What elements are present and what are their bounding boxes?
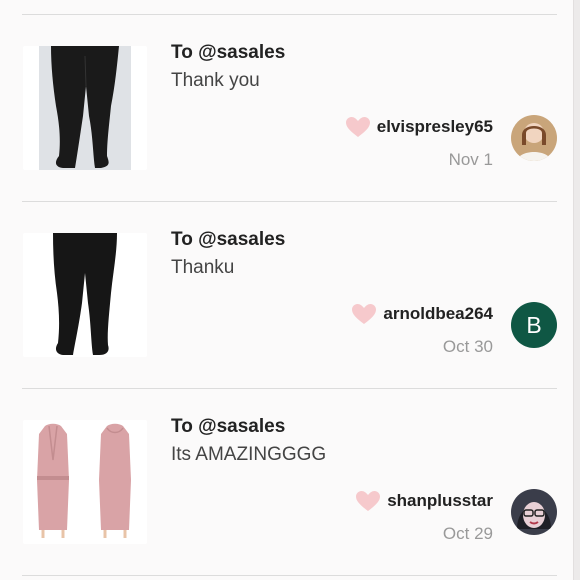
note-meta: elvispresley65 Nov 1 (273, 116, 493, 170)
note-meta: arnoldbea264 Oct 30 (273, 303, 493, 357)
note-date: Oct 30 (442, 337, 493, 356)
divider (22, 575, 557, 576)
avatar[interactable] (511, 115, 557, 161)
divider (22, 388, 557, 389)
note-message: Thanku (171, 257, 235, 278)
listing-thumbnail[interactable] (23, 46, 147, 170)
tights-product-image (39, 46, 131, 170)
recipient-line: To @sasales (171, 42, 286, 63)
note-date: Oct 29 (442, 524, 493, 543)
note-message: Thank you (171, 70, 260, 91)
love-notes-feed: To @sasales Thank you elvispresley65 Nov… (0, 0, 580, 580)
divider (22, 14, 557, 15)
heart-icon (345, 117, 370, 137)
avatar-photo (511, 489, 557, 535)
author-username[interactable]: arnoldbea264 (383, 304, 493, 324)
recipient-line: To @sasales (171, 229, 286, 250)
robe-product-image (23, 420, 147, 544)
author: arnoldbea264 (351, 303, 493, 325)
author-username[interactable]: shanplusstar (387, 491, 493, 511)
listing-thumbnail[interactable] (23, 420, 147, 544)
recipient-line: To @sasales (171, 416, 286, 437)
note-meta: shanplusstar Oct 29 (273, 490, 493, 544)
note-date: Nov 1 (448, 150, 493, 169)
divider (22, 201, 557, 202)
author: shanplusstar (355, 490, 493, 512)
author: elvispresley65 (345, 116, 493, 138)
heart-icon (352, 304, 377, 324)
avatar[interactable] (511, 489, 557, 535)
listing-thumbnail[interactable] (23, 233, 147, 357)
avatar-photo (511, 115, 557, 161)
feed-item: To @sasales Thanku arnoldbea264 Oct 30 B (0, 229, 560, 419)
feed-item: To @sasales Its AMAZINGGGG shanplusstar … (0, 416, 560, 580)
note-message: Its AMAZINGGGG (171, 444, 327, 465)
tights-product-image (23, 233, 147, 357)
heart-icon (356, 491, 381, 511)
avatar[interactable]: B (511, 302, 557, 348)
author-username[interactable]: elvispresley65 (377, 117, 493, 137)
scroll-edge (573, 0, 580, 580)
feed-item: To @sasales Thank you elvispresley65 Nov… (0, 42, 560, 232)
